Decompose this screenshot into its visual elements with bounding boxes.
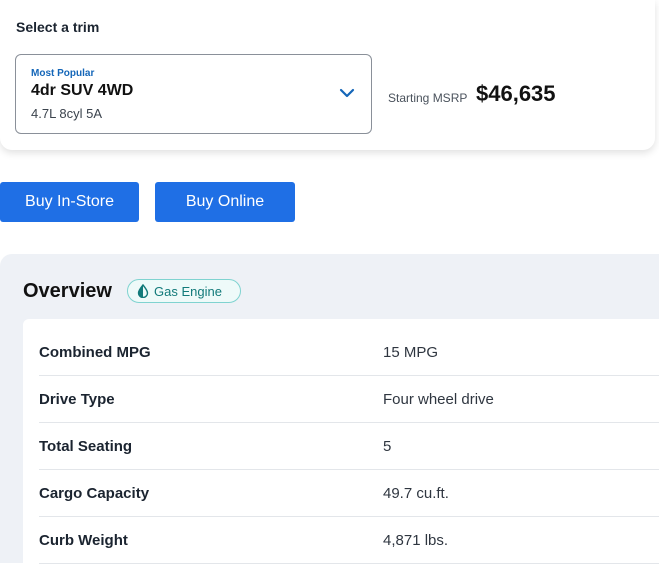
spec-label: Total Seating	[39, 437, 133, 455]
engine-type-badge: Gas Engine	[127, 279, 241, 303]
trim-selector-card: Select a trim Most Popular 4dr SUV 4WD 4…	[0, 0, 655, 150]
chevron-down-icon	[339, 88, 355, 98]
msrp-label: Starting MSRP	[388, 91, 468, 105]
spec-value: 5	[383, 437, 392, 455]
trim-heading: Select a trim	[16, 19, 100, 35]
spec-row-total-seating: Total Seating 5	[39, 423, 659, 470]
trim-popular-label: Most Popular	[31, 68, 95, 79]
spec-label: Curb Weight	[39, 531, 128, 549]
overview-title: Overview	[23, 280, 112, 302]
spec-label: Cargo Capacity	[39, 484, 150, 502]
buy-in-store-button[interactable]: Buy In-Store	[0, 182, 139, 222]
spec-value: 49.7 cu.ft.	[383, 484, 449, 502]
fuel-drop-icon	[137, 284, 149, 298]
engine-type-label: Gas Engine	[154, 283, 222, 299]
trim-dropdown[interactable]: Most Popular 4dr SUV 4WD 4.7L 8cyl 5A	[15, 54, 372, 134]
overview-section: Overview Gas Engine Combined MPG 15 MPG …	[0, 254, 659, 564]
spec-label: Drive Type	[39, 390, 115, 408]
spec-row-curb-weight: Curb Weight 4,871 lbs.	[39, 517, 659, 564]
spec-row-drive-type: Drive Type Four wheel drive	[39, 376, 659, 423]
buy-online-button[interactable]: Buy Online	[155, 182, 295, 222]
spec-value: 4,871 lbs.	[383, 531, 449, 549]
spec-label: Combined MPG	[39, 343, 151, 361]
trim-engine: 4.7L 8cyl 5A	[31, 106, 103, 121]
spec-value: 15 MPG	[383, 343, 439, 361]
spec-row-combined-mpg: Combined MPG 15 MPG	[39, 329, 659, 376]
trim-name: 4dr SUV 4WD	[31, 82, 134, 99]
spec-value: Four wheel drive	[383, 390, 494, 408]
msrp-price: $46,635	[476, 81, 556, 106]
spec-row-cargo-capacity: Cargo Capacity 49.7 cu.ft.	[39, 470, 659, 517]
specs-table: Combined MPG 15 MPG Drive Type Four whee…	[23, 319, 659, 564]
